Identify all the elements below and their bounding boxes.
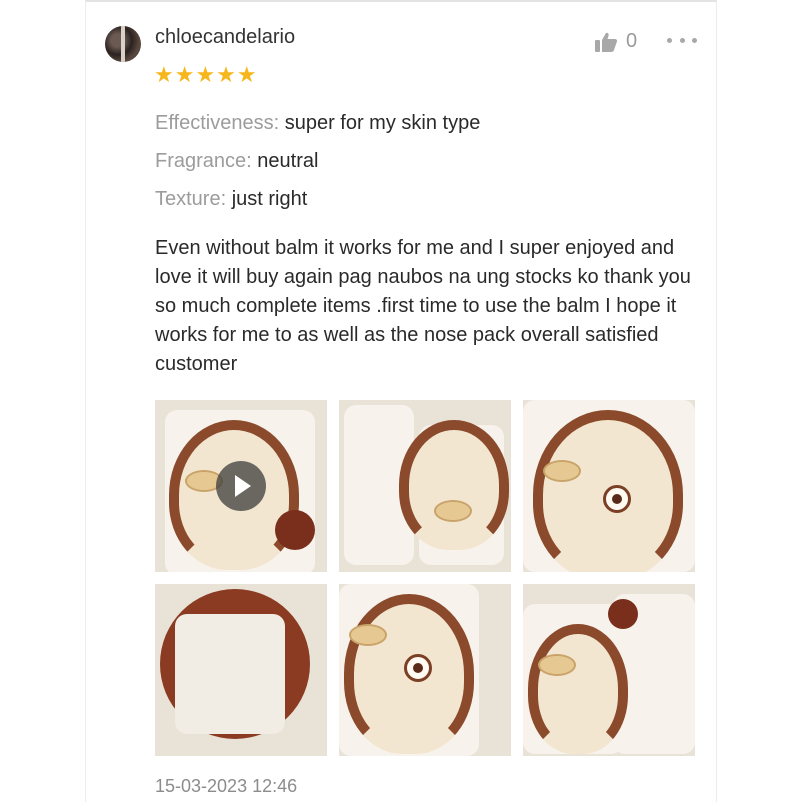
review-photo[interactable] (523, 400, 695, 572)
attribute-label: Texture: (155, 188, 227, 210)
play-icon[interactable] (216, 461, 266, 511)
attribute-value: neutral (257, 150, 319, 172)
review-timestamp: 15-03-2023 12:46 (155, 776, 298, 796)
like-count: 0 (626, 30, 638, 52)
thumbs-up-icon (595, 32, 618, 52)
mask-eye (349, 624, 387, 646)
attribute-value: super for my skin type (284, 112, 481, 134)
like-button[interactable]: 0 (594, 30, 637, 53)
attribute-value: just right (231, 188, 308, 210)
attribute-label: Fragrance: (155, 150, 252, 172)
avatar[interactable] (105, 26, 141, 62)
mask-eye (538, 654, 576, 676)
review-text: Even without balm it works for me and I … (155, 237, 691, 375)
review-photo[interactable] (339, 584, 511, 756)
more-dot (679, 37, 685, 43)
attribute-effectiveness: Effectiveness: super for my skin type (155, 112, 480, 135)
attribute-fragrance: Fragrance: neutral (155, 150, 318, 173)
mask-eye (434, 500, 472, 522)
rating-stars: ★★★★★ (154, 62, 258, 87)
reviewer-username[interactable]: chloecandelario (155, 26, 295, 49)
mask-pupil (612, 494, 622, 504)
more-dot (667, 37, 672, 43)
attribute-label: Effectiveness: (155, 112, 280, 134)
product-cap (608, 599, 638, 629)
mask-face (399, 420, 509, 550)
review-photo[interactable] (339, 400, 511, 572)
more-options-icon[interactable] (667, 34, 697, 46)
product-label (175, 614, 285, 734)
mask-pupil (413, 663, 423, 673)
mask-face (528, 624, 628, 754)
review-photo[interactable] (523, 584, 695, 756)
product-cap (275, 510, 315, 550)
more-dot (692, 37, 697, 43)
attribute-texture: Texture: just right (155, 188, 307, 211)
mask-eye (543, 460, 581, 482)
review-photo[interactable] (155, 584, 327, 756)
